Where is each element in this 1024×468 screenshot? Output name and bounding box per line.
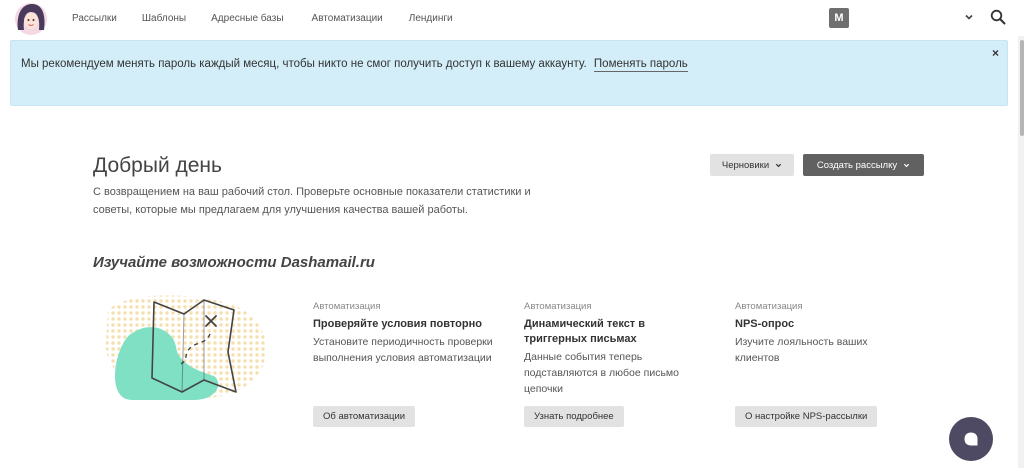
top-navigation-bar: Рассылки Шаблоны Адресные базы Автоматиз… xyxy=(0,0,1018,36)
learn-more-button[interactable]: Узнать подробнее xyxy=(524,406,624,427)
card-category: Автоматизация xyxy=(735,301,803,312)
chat-button[interactable] xyxy=(949,417,993,461)
password-alert: Мы рекомендуем менять пароль каждый меся… xyxy=(10,40,1008,106)
feature-card: Автоматизация NPS-опрос Изучите лояльнос… xyxy=(735,301,905,427)
features-title: Изучайте возможности Dashamail.ru xyxy=(93,254,375,271)
change-password-link[interactable]: Поменять пароль xyxy=(593,58,688,72)
alert-message: Мы рекомендуем менять пароль каждый меся… xyxy=(21,58,688,72)
nav-item-automations[interactable]: Автоматизации xyxy=(312,13,383,24)
nav-item-campaigns[interactable]: Рассылки xyxy=(72,13,117,24)
feature-card: Автоматизация Динамический текст в тригг… xyxy=(524,301,699,427)
chat-bubble-icon xyxy=(964,432,978,446)
close-icon[interactable]: × xyxy=(992,46,999,60)
chevron-down-icon[interactable] xyxy=(963,11,975,23)
search-icon[interactable] xyxy=(990,9,1006,25)
nps-setup-button[interactable]: О настройке NPS-рассылки xyxy=(735,406,878,427)
page-title: Добрый день xyxy=(93,154,222,177)
feature-card: Автоматизация Проверяйте условия повторн… xyxy=(313,301,498,427)
card-description: Изучите лояльность ваших клиентов xyxy=(735,336,868,364)
nav-item-templates[interactable]: Шаблоны xyxy=(142,13,186,24)
card-title: NPS-опрос xyxy=(735,318,795,330)
chevron-down-icon xyxy=(903,163,910,167)
nav-item-address-bases[interactable]: Адресные базы xyxy=(211,13,283,24)
drafts-button-label: Черновики xyxy=(721,159,770,171)
main-nav: Рассылки Шаблоны Адресные базы Автоматиз… xyxy=(72,0,479,36)
card-title: Проверяйте условия повторно xyxy=(313,318,482,330)
card-description: Установите периодичность проверки выполн… xyxy=(313,336,493,364)
greeting-subtitle: С возвращением на ваш рабочий стол. Пров… xyxy=(93,186,531,216)
nav-item-landings[interactable]: Лендинги xyxy=(409,13,453,24)
card-category: Автоматизация xyxy=(524,301,592,312)
card-description: Данные события теперь подставляются в лю… xyxy=(524,351,679,395)
chevron-down-icon xyxy=(776,163,782,167)
treasure-map-illustration xyxy=(105,295,266,400)
about-automation-button[interactable]: Об автоматизации xyxy=(313,406,416,427)
alert-message-text: Мы рекомендуем менять пароль каждый меся… xyxy=(21,58,587,70)
scrollbar-thumb[interactable] xyxy=(1020,40,1024,136)
card-title: Динамический текст в триггерных письмах xyxy=(524,318,646,345)
create-campaign-button[interactable]: Создать рассылку xyxy=(803,154,924,176)
logo-avatar-icon[interactable] xyxy=(12,0,50,36)
card-category: Автоматизация xyxy=(313,301,381,312)
account-avatar[interactable]: М xyxy=(829,8,849,28)
page-scrollbar[interactable] xyxy=(1018,36,1024,468)
create-campaign-button-label: Создать рассылку xyxy=(816,159,898,171)
drafts-button[interactable]: Черновики xyxy=(710,154,794,176)
